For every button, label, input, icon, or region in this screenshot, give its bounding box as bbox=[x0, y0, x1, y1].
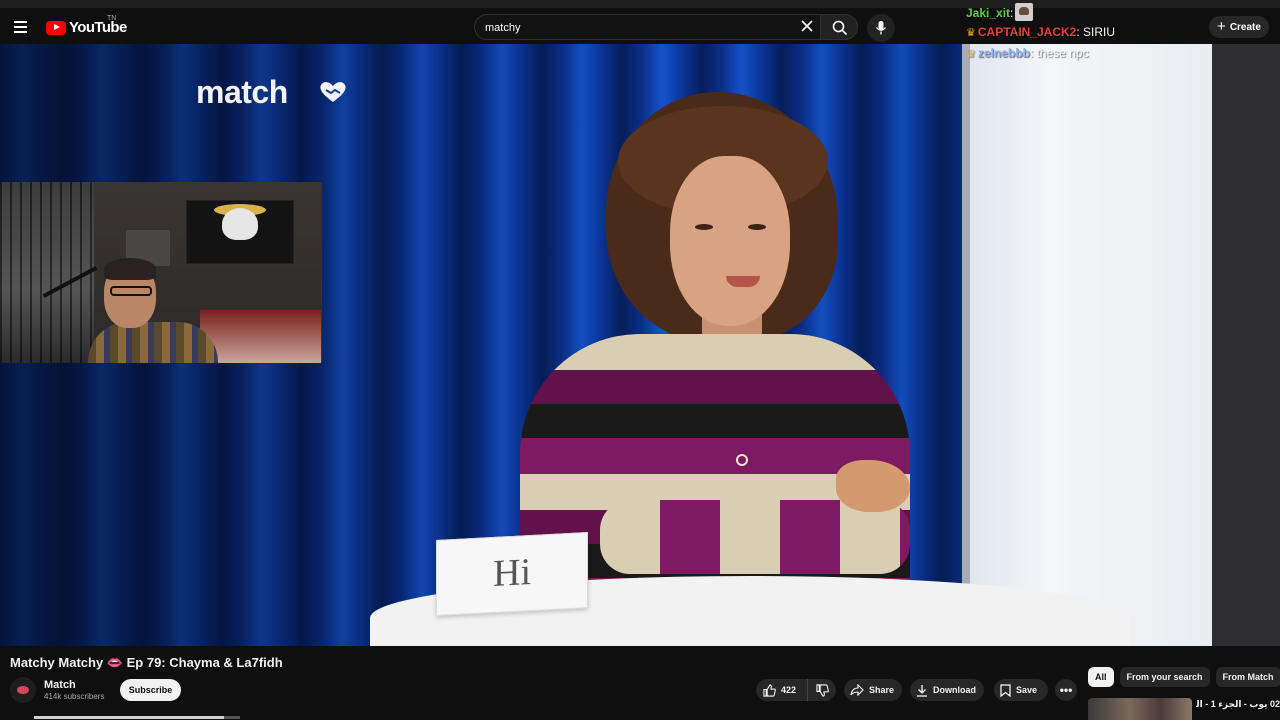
lips-emoji-icon: 👄 bbox=[106, 655, 123, 670]
chip-all[interactable]: All bbox=[1088, 667, 1114, 687]
clear-search-icon[interactable] bbox=[800, 19, 814, 33]
like-dislike-group: 422 bbox=[756, 679, 836, 701]
download-icon bbox=[917, 684, 927, 697]
watched-progress-bar bbox=[34, 716, 240, 719]
chat-username: CAPTAIN_JACK2 bbox=[977, 25, 1077, 39]
like-button[interactable]: 422 bbox=[756, 679, 808, 701]
download-button[interactable]: Download bbox=[910, 679, 984, 701]
name-card: Hi bbox=[436, 532, 588, 616]
search-icon bbox=[832, 20, 848, 36]
chat-username: zelnebbb bbox=[977, 46, 1030, 60]
subscribe-button[interactable]: Subscribe bbox=[120, 679, 181, 701]
channel-avatar[interactable] bbox=[10, 677, 36, 703]
webcam-bed bbox=[200, 310, 321, 363]
crown-badge-icon: ♛ bbox=[966, 27, 976, 39]
watched-progress-fill bbox=[34, 716, 224, 719]
person-face bbox=[670, 156, 790, 326]
video-title: Matchy Matchy 👄 Ep 79: Chayma & La7fidh bbox=[10, 655, 283, 670]
person-left-eye bbox=[695, 224, 713, 230]
right-gutter bbox=[1212, 44, 1280, 646]
search-input[interactable] bbox=[485, 20, 785, 36]
skull-icon bbox=[222, 208, 258, 240]
chip-from-match[interactable]: From Match bbox=[1215, 667, 1280, 687]
plus-icon: + bbox=[1217, 17, 1226, 35]
streamer-hair bbox=[104, 258, 156, 280]
youtube-play-icon bbox=[46, 20, 66, 35]
match-heart-icon bbox=[320, 82, 346, 102]
chat-message: ♛ CAPTAIN_JACK2: SIRIU bbox=[966, 25, 1116, 39]
wall-edge-shadow bbox=[962, 44, 970, 646]
dislike-button[interactable] bbox=[808, 679, 836, 701]
chat-text: these npc bbox=[1033, 46, 1089, 60]
subscriber-count: 414k subscribers bbox=[44, 692, 105, 701]
streamer-glasses bbox=[110, 286, 152, 296]
logo-country-code: TN bbox=[107, 15, 117, 22]
crown-badge-icon: ♛ bbox=[966, 48, 976, 60]
save-button[interactable]: Save bbox=[994, 679, 1048, 701]
webcam-blinds bbox=[0, 182, 94, 363]
recommended-video-title[interactable]: 02 يوب - الجزء 1 - الحلقة bbox=[1196, 699, 1280, 710]
person-right-eye bbox=[748, 224, 766, 230]
bookmark-icon bbox=[1000, 683, 1011, 697]
share-button[interactable]: Share bbox=[844, 679, 902, 701]
streamer-webcam bbox=[0, 182, 322, 363]
hamburger-menu-icon[interactable] bbox=[14, 19, 32, 33]
chat-message: Jaki_xit: bbox=[966, 3, 1034, 21]
create-button[interactable]: + Create bbox=[1209, 16, 1269, 38]
thumbs-down-icon bbox=[815, 683, 829, 697]
voice-search-button[interactable] bbox=[867, 14, 895, 42]
chat-message: ♛ zelnebbb: these npc bbox=[966, 46, 1089, 60]
chip-from-your-search[interactable]: From your search bbox=[1119, 667, 1210, 687]
related-filter-chips: All From your search From Match bbox=[1088, 667, 1280, 687]
share-arrow-icon bbox=[850, 684, 864, 696]
recommended-video-thumbnail[interactable] bbox=[1088, 698, 1192, 720]
chat-emote-icon bbox=[1015, 3, 1034, 21]
microphone-icon bbox=[875, 21, 887, 35]
search-button[interactable] bbox=[820, 14, 858, 40]
chat-username: Jaki_xit bbox=[966, 6, 1011, 20]
match-brand-logo: match bbox=[196, 74, 288, 110]
search-box[interactable] bbox=[474, 14, 820, 40]
streamer-sweater bbox=[88, 322, 218, 363]
white-wall bbox=[962, 44, 1212, 646]
sun-pendant bbox=[736, 454, 748, 466]
thumbs-up-icon bbox=[763, 683, 776, 697]
stream-chat-overlay: Jaki_xit: ♛ CAPTAIN_JACK2: SIRIU ♛ zelnebb… bbox=[966, 0, 1146, 62]
logo-text: YouTube bbox=[69, 19, 127, 36]
chat-text: SIRIU bbox=[1079, 25, 1116, 39]
like-count: 422 bbox=[781, 685, 797, 695]
create-label: Create bbox=[1229, 21, 1261, 33]
channel-name[interactable]: Match bbox=[44, 679, 76, 691]
name-card-text: Hi bbox=[493, 551, 531, 595]
more-actions-icon[interactable]: ••• bbox=[1055, 679, 1077, 701]
